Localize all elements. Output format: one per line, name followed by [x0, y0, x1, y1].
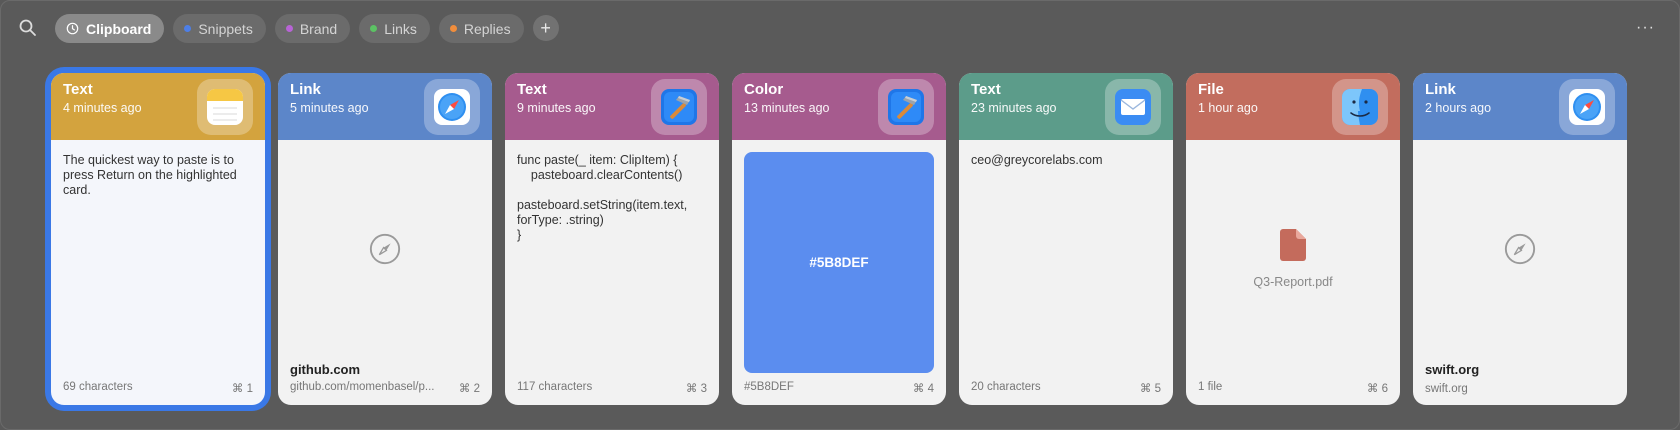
card-meta: swift.org	[1425, 383, 1468, 395]
card-footer: github.com/momenbasel/p... ⌘ 2	[290, 381, 480, 395]
card-footer: 20 characters ⌘ 5	[971, 381, 1161, 395]
link-title: swift.org	[1425, 362, 1480, 377]
tab-color-dot	[184, 25, 192, 32]
tab-clipboard[interactable]: Clipboard	[55, 14, 165, 43]
tab-color-dot	[449, 25, 457, 32]
clip-card[interactable]: Link 2 hours ago swift.org swift.org	[1413, 73, 1627, 405]
color-swatch: #5B8DEF	[744, 152, 934, 373]
clipboard-window: Clipboard Snippets Brand Links Replies + ··· …	[0, 0, 1680, 430]
card-footer: 117 characters ⌘ 3	[517, 381, 707, 395]
card-meta: #5B8DEF	[744, 381, 794, 393]
tab-label: Clipboard	[86, 20, 152, 37]
card-shortcut: ⌘ 2	[458, 383, 480, 395]
card-type-label: Text	[971, 81, 1001, 98]
link-title: github.com	[290, 362, 361, 377]
tab-links[interactable]: Links	[359, 14, 430, 43]
card-timestamp: 4 minutes ago	[63, 101, 142, 115]
tab-replies[interactable]: Replies	[438, 14, 524, 43]
card-header: Link 5 minutes ago	[278, 73, 492, 140]
clip-card[interactable]: Text 23 minutes ago ceo@greycorelabs.com 20…	[959, 73, 1173, 405]
card-shortcut: ⌘ 6	[1366, 383, 1388, 395]
compass-icon	[368, 232, 402, 270]
add-tab-button[interactable]: +	[532, 15, 559, 41]
card-footer: #5B8DEF ⌘ 4	[744, 381, 934, 395]
clip-card[interactable]: Text 9 minutes ago func paste(_ item: Clip…	[505, 73, 719, 405]
card-shortcut: ⌘ 3	[685, 383, 707, 395]
card-text: The quickest way to paste is to press Re…	[63, 153, 237, 197]
notes-icon	[197, 79, 253, 135]
card-header: File 1 hour ago	[1186, 73, 1400, 140]
card-timestamp: 9 minutes ago	[517, 101, 596, 115]
card-timestamp: 5 minutes ago	[290, 101, 369, 115]
file-name: Q3-Report.pdf	[1253, 274, 1333, 289]
link-preview	[1425, 153, 1615, 349]
card-text: ceo@greycorelabs.com	[971, 153, 1103, 167]
card-shortcut: ⌘ 4	[912, 383, 934, 395]
safari-icon	[1559, 79, 1615, 135]
card-meta: 117 characters	[517, 381, 593, 393]
card-header: Text 9 minutes ago	[505, 73, 719, 140]
clip-card[interactable]: Text 4 minutes ago The quickest way to pas…	[51, 73, 265, 405]
link-preview	[290, 153, 480, 349]
clip-card-list: Text 4 minutes ago The quickest way to pas…	[51, 73, 1679, 413]
xcode-icon	[878, 79, 934, 135]
card-header: Text 23 minutes ago	[959, 73, 1173, 140]
tab-color-dot	[285, 25, 293, 32]
tab-brand[interactable]: Brand	[274, 14, 351, 43]
clip-card[interactable]: File 1 hour ago Q3-Report.pdf 1 file ⌘ 6	[1186, 73, 1400, 405]
card-shortcut: ⌘ 1	[231, 383, 253, 395]
card-type-label: Link	[1425, 81, 1456, 98]
clock-icon	[66, 22, 79, 35]
card-timestamp: 2 hours ago	[1425, 101, 1492, 115]
tab-snippets[interactable]: Snippets	[173, 14, 266, 43]
finder-icon	[1332, 79, 1388, 135]
search-icon[interactable]	[17, 17, 39, 39]
tab-label: Brand	[299, 20, 338, 37]
tab-label: Replies	[463, 20, 511, 37]
safari-icon	[424, 79, 480, 135]
card-type-label: File	[1198, 81, 1224, 98]
compass-icon	[1503, 232, 1537, 270]
card-footer: 1 file ⌘ 6	[1198, 381, 1388, 395]
card-meta: 1 file	[1198, 381, 1223, 393]
file-preview: Q3-Report.pdf	[1198, 153, 1388, 365]
card-footer: swift.org	[1425, 383, 1615, 395]
card-type-label: Color	[744, 81, 784, 98]
card-footer: 69 characters ⌘ 1	[63, 381, 253, 395]
card-header: Color 13 minutes ago	[732, 73, 946, 140]
tab-color-dot	[370, 25, 378, 32]
xcode-icon	[651, 79, 707, 135]
document-icon	[1280, 228, 1306, 265]
card-type-label: Link	[290, 81, 321, 98]
mail-icon	[1105, 79, 1161, 135]
card-timestamp: 13 minutes ago	[744, 101, 830, 115]
tab-bar: Clipboard Snippets Brand Links Replies +	[55, 14, 559, 43]
card-code: func paste(_ item: ClipItem) { pasteboar…	[517, 153, 688, 242]
card-meta: github.com/momenbasel/p...	[290, 381, 435, 393]
card-type-label: Text	[517, 81, 547, 98]
card-timestamp: 1 hour ago	[1198, 101, 1258, 115]
clip-card[interactable]: Color 13 minutes ago #5B8DEF #5B8DEF ⌘ 4	[732, 73, 946, 405]
tab-label: Links	[384, 20, 417, 37]
card-meta: 20 characters	[971, 381, 1041, 393]
card-type-label: Text	[63, 81, 93, 98]
more-options-button[interactable]: ···	[1636, 19, 1655, 37]
card-timestamp: 23 minutes ago	[971, 101, 1057, 115]
card-header: Text 4 minutes ago	[51, 73, 265, 140]
card-meta: 69 characters	[63, 381, 133, 393]
tab-label: Snippets	[198, 20, 253, 37]
clip-card[interactable]: Link 5 minutes ago github.com github.com/mo…	[278, 73, 492, 405]
toolbar: Clipboard Snippets Brand Links Replies + ···	[1, 1, 1679, 57]
card-header: Link 2 hours ago	[1413, 73, 1627, 140]
card-shortcut: ⌘ 5	[1139, 383, 1161, 395]
